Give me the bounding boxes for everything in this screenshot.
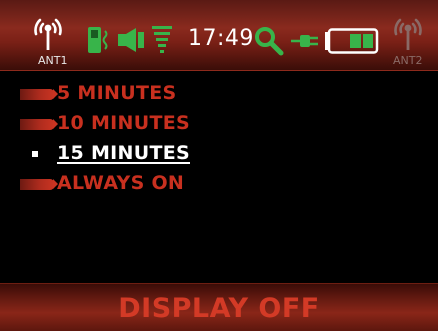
search-icon [255,27,284,56]
antenna-right-label: ANT2 [393,54,423,67]
menu-item-10-minutes[interactable]: 10 MINUTES [0,110,438,138]
status-bar: ANT1 17:49 ANT2 [0,0,438,71]
menu-item-5-minutes[interactable]: 5 MINUTES [0,80,438,108]
arrow-bullet-icon [20,179,58,190]
selected-dot-icon [32,151,38,157]
menu-item-label-selected: 15 MINUTES [57,142,190,164]
arrow-bullet-icon [20,89,58,100]
menu-item-15-minutes[interactable]: 15 MINUTES [0,140,438,168]
menu-item-label: 10 MINUTES [57,112,190,134]
menu-item-always-on[interactable]: ALWAYS ON [0,170,438,198]
speaker-icon [118,28,144,52]
phone-icon [88,27,108,53]
display-screen: ANT1 17:49 ANT2 5 MINUTES 10 MINUTES 15 … [0,0,438,331]
page-title: DISPLAY OFF [118,293,320,324]
plug-icon [291,35,318,47]
menu-item-label: 5 MINUTES [57,82,177,104]
menu-item-label: ALWAYS ON [57,172,185,194]
clock-time: 17:49 [188,26,254,51]
level-icon [152,26,172,53]
battery-icon [325,28,379,54]
arrow-bullet-icon [20,119,58,130]
antenna-left-label: ANT1 [38,54,68,67]
footer-bar: DISPLAY OFF [0,283,438,331]
